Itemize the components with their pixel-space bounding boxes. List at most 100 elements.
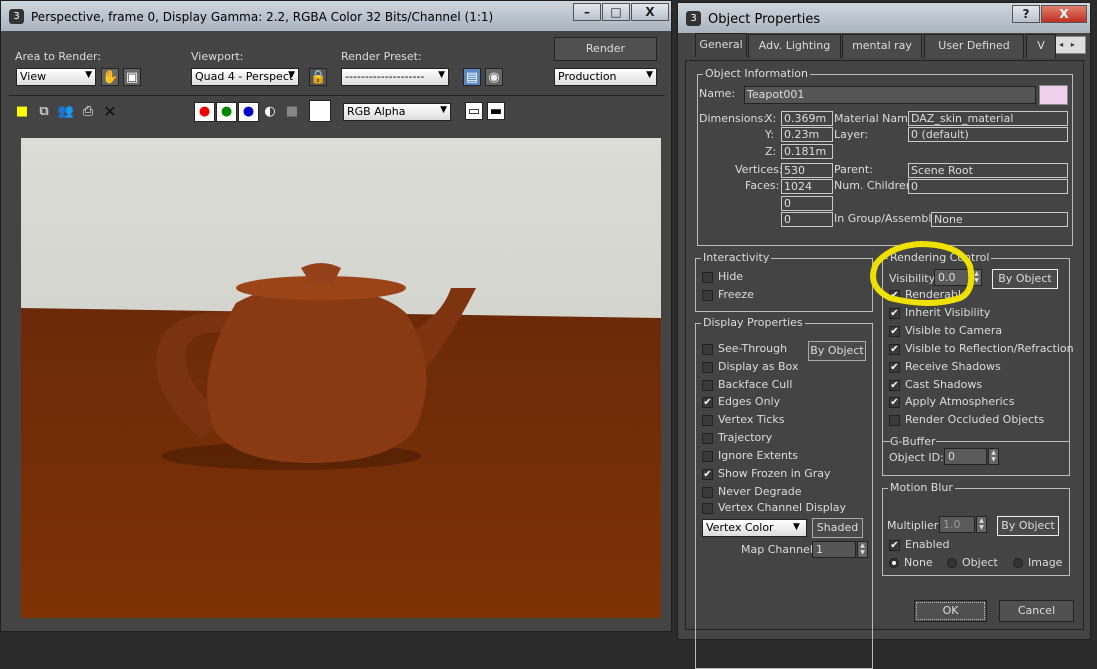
checkbox-never-degrade[interactable]: Never Degrade — [702, 485, 802, 499]
layer-field[interactable]: 0 (default) — [908, 127, 1068, 142]
checkbox[interactable]: ✔ — [889, 396, 900, 408]
checkbox[interactable] — [702, 271, 713, 283]
material-name-field[interactable]: DAZ_skin_material — [908, 111, 1068, 126]
checkbox[interactable]: ✔ — [702, 468, 713, 480]
radio-button[interactable] — [947, 558, 957, 568]
radio-button[interactable] — [1013, 558, 1023, 568]
tab-mental-ray[interactable]: mental ray — [842, 34, 922, 58]
object-color-swatch[interactable] — [1039, 85, 1068, 105]
vertices-field[interactable]: 530 — [781, 163, 833, 178]
copy-icon[interactable]: ⧉ — [35, 103, 53, 121]
checkbox[interactable] — [702, 486, 713, 498]
clone-icon[interactable]: 👥 — [57, 103, 75, 121]
monochrome-icon[interactable]: ■ — [283, 103, 301, 121]
motion-blur-by-object-button[interactable]: By Object — [997, 516, 1059, 536]
render-setup-icon[interactable]: ▤ — [463, 68, 481, 86]
radio-image[interactable]: Image — [1013, 556, 1062, 570]
checkbox-hide[interactable]: Hide — [702, 270, 743, 284]
checkbox-see-through[interactable]: See-Through — [702, 342, 787, 356]
checkbox[interactable] — [702, 414, 713, 426]
checkbox-vertex-ticks[interactable]: Vertex Ticks — [702, 413, 784, 427]
faces-field[interactable]: 1024 — [781, 179, 833, 194]
checkbox-show-frozen-in-gray[interactable]: ✔ Show Frozen in Gray — [702, 467, 831, 481]
toggle-ui-icon[interactable]: ▬ — [487, 102, 505, 120]
green-channel-icon[interactable]: ● — [216, 102, 237, 122]
tab-adv-lighting[interactable]: Adv. Lighting — [748, 34, 841, 58]
minimize-button[interactable]: – — [573, 3, 601, 21]
extra-field-1[interactable]: 0 — [781, 196, 833, 211]
render-preset-dropdown[interactable]: -------------------- ▼ — [341, 68, 449, 86]
area-to-render-dropdown[interactable]: View ▼ — [16, 68, 96, 86]
blue-channel-icon[interactable]: ● — [238, 102, 259, 122]
vertex-color-dropdown[interactable]: Vertex Color — [702, 519, 807, 537]
name-input[interactable]: Teapot001 — [744, 86, 1036, 104]
radio-none[interactable]: None — [889, 556, 933, 570]
checkbox-edges-only[interactable]: ✔ Edges Only — [702, 395, 780, 409]
checkbox-receive-shadows[interactable]: ✔ Receive Shadows — [889, 360, 1001, 374]
clear-icon[interactable]: ✕ — [101, 103, 119, 121]
checkbox[interactable] — [702, 343, 713, 355]
dimension-x-field[interactable]: 0.369m — [781, 111, 833, 126]
tab-general[interactable]: General — [695, 33, 747, 57]
checkbox[interactable] — [702, 450, 713, 462]
render-mode-dropdown[interactable]: Production ▼ — [554, 68, 657, 86]
checkbox[interactable]: ✔ — [889, 343, 900, 355]
maximize-button[interactable]: □ — [602, 3, 630, 21]
checkbox-render-occluded-objects[interactable]: Render Occluded Objects — [889, 413, 1044, 427]
checkbox[interactable] — [889, 414, 900, 426]
spinner-arrows-icon[interactable]: ▲ ▼ — [857, 541, 868, 558]
checkbox-cast-shadows[interactable]: ✔ Cast Shadows — [889, 378, 982, 392]
rendering-by-object-button[interactable]: By Object — [992, 269, 1058, 289]
ok-button[interactable]: OK — [914, 600, 987, 622]
checkbox[interactable]: ✔ — [889, 289, 900, 301]
map-channel-spinner[interactable]: 1 — [812, 541, 856, 558]
spinner-arrows-icon[interactable]: ▲ ▼ — [976, 516, 987, 533]
checkbox-apply-atmospherics[interactable]: ✔ Apply Atmospherics — [889, 395, 1014, 409]
checkbox-inherit-visibility[interactable]: ✔ Inherit Visibility — [889, 306, 990, 320]
checkbox[interactable] — [702, 361, 713, 373]
object-id-spinner[interactable]: 0 — [944, 448, 987, 465]
checkbox[interactable]: ✔ — [889, 307, 900, 319]
in-group-field[interactable]: None — [931, 212, 1068, 227]
toggle-ui-overlay-icon[interactable]: ▭ — [465, 102, 483, 120]
checkbox[interactable] — [702, 502, 713, 514]
save-icon[interactable]: ■ — [13, 103, 31, 121]
checkbox-visible-to-camera[interactable]: ✔ Visible to Camera — [889, 324, 1002, 338]
print-icon[interactable]: ⎙ — [79, 103, 97, 121]
viewport-dropdown[interactable]: Quad 4 - Perspect ▼ — [191, 68, 299, 86]
checkbox-vertex-channel-display[interactable]: Vertex Channel Display — [702, 501, 846, 515]
dimension-z-field[interactable]: 0.181m — [781, 144, 833, 159]
checkbox[interactable]: ✔ — [889, 361, 900, 373]
checkbox-visible-to-reflection-refraction[interactable]: ✔ Visible to Reflection/Refraction — [889, 342, 1074, 356]
close-button[interactable]: X — [1041, 5, 1087, 23]
checkbox-freeze[interactable]: Freeze — [702, 288, 754, 302]
edit-region-icon[interactable]: ✋ — [101, 68, 119, 86]
close-button[interactable]: X — [631, 3, 669, 21]
checkbox-enabled[interactable]: ✔ Enabled — [889, 538, 949, 552]
checkbox[interactable] — [702, 289, 713, 301]
checkbox-trajectory[interactable]: Trajectory — [702, 431, 772, 445]
shaded-button[interactable]: Shaded — [812, 518, 863, 538]
checkbox[interactable]: ✔ — [702, 396, 713, 408]
color-swatch[interactable] — [309, 100, 331, 122]
spinner-arrows-icon[interactable]: ▲ ▼ — [988, 448, 999, 465]
checkbox[interactable]: ✔ — [889, 325, 900, 337]
spinner-arrows-icon[interactable]: ▲ ▼ — [971, 269, 982, 286]
render-button[interactable]: Render — [554, 37, 657, 61]
parent-field[interactable]: Scene Root — [908, 163, 1068, 178]
cancel-button[interactable]: Cancel — [999, 600, 1074, 622]
checkbox[interactable] — [702, 432, 713, 444]
checkbox-renderable[interactable]: ✔ Renderable — [889, 288, 968, 302]
alpha-channel-icon[interactable]: ◐ — [261, 103, 279, 121]
red-channel-icon[interactable]: ● — [194, 102, 215, 122]
environment-icon[interactable]: ◉ — [485, 68, 503, 86]
radio-button[interactable] — [889, 558, 899, 568]
help-button[interactable]: ? — [1012, 5, 1040, 23]
num-children-field[interactable]: 0 — [908, 179, 1068, 194]
tab-v[interactable]: V — [1026, 34, 1056, 58]
checkbox-ignore-extents[interactable]: Ignore Extents — [702, 449, 798, 463]
checkbox-backface-cull[interactable]: Backface Cull — [702, 378, 792, 392]
visibility-spinner[interactable]: 0.0 — [934, 269, 971, 286]
radio-object[interactable]: Object — [947, 556, 998, 570]
dimension-y-field[interactable]: 0.23m — [781, 127, 833, 142]
